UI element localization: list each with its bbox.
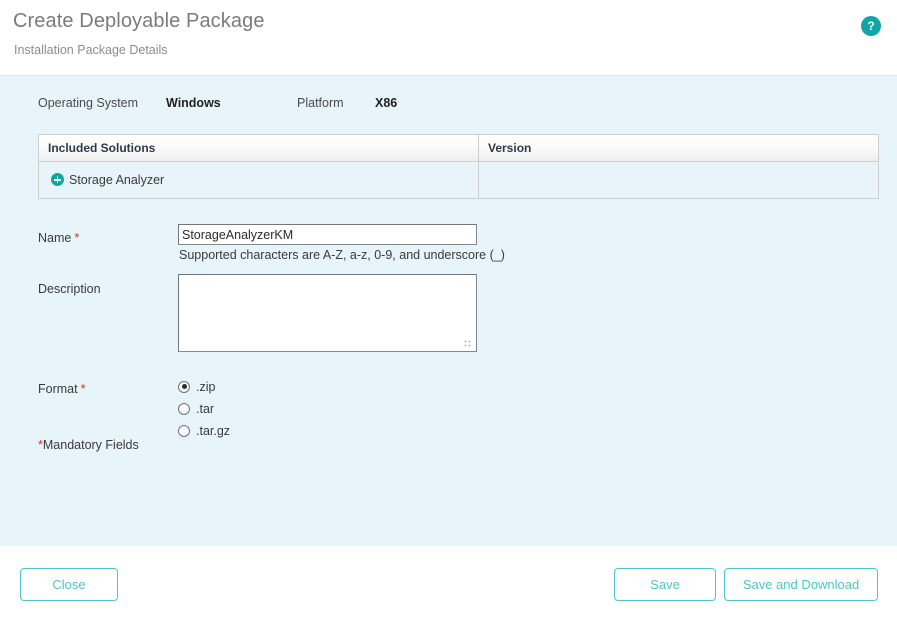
- platform-label: Platform: [297, 96, 344, 110]
- name-hint-text: Supported characters are A-Z, a-z, 0-9, …: [179, 248, 505, 262]
- format-option-zip[interactable]: .zip: [178, 376, 230, 397]
- name-input[interactable]: [178, 224, 477, 245]
- dialog-footer: Close Save Save and Download: [0, 546, 897, 617]
- name-label-text: Name: [38, 231, 71, 245]
- name-required-asterisk: *: [74, 231, 79, 245]
- included-solutions-table: Included Solutions Version Storage Analy…: [38, 134, 879, 199]
- solution-name-text: Storage Analyzer: [69, 173, 164, 187]
- column-header-included-solutions: Included Solutions: [39, 135, 479, 161]
- platform-value: X86: [375, 96, 397, 110]
- radio-selected-icon[interactable]: [178, 381, 190, 393]
- format-option-tar[interactable]: .tar: [178, 398, 230, 419]
- close-button[interactable]: Close: [20, 568, 118, 601]
- description-label: Description: [38, 282, 101, 296]
- format-radio-group: .zip .tar .tar.gz: [178, 376, 230, 442]
- cell-version: [479, 162, 878, 198]
- format-option-tar-label: .tar: [196, 402, 214, 416]
- save-button[interactable]: Save: [614, 568, 716, 601]
- save-and-download-button[interactable]: Save and Download: [724, 568, 878, 601]
- description-textarea[interactable]: [178, 274, 477, 352]
- create-deployable-package-dialog: Create Deployable Package Installation P…: [0, 0, 897, 617]
- column-header-version: Version: [479, 135, 878, 161]
- table-row: Storage Analyzer: [39, 162, 878, 198]
- package-details-panel: Operating System Windows Platform X86 In…: [0, 76, 897, 546]
- format-option-targz-label: .tar.gz: [196, 424, 230, 438]
- name-label: Name*: [38, 231, 79, 245]
- mandatory-fields-note: *Mandatory Fields: [38, 438, 139, 452]
- format-required-asterisk: *: [81, 382, 86, 396]
- format-label: Format*: [38, 382, 85, 396]
- format-label-text: Format: [38, 382, 78, 396]
- page-title: Create Deployable Package: [13, 10, 265, 33]
- page-subtitle: Installation Package Details: [14, 43, 168, 57]
- operating-system-value: Windows: [166, 96, 221, 110]
- plus-circle-icon[interactable]: [51, 173, 64, 186]
- operating-system-label: Operating System: [38, 96, 138, 110]
- format-option-targz[interactable]: .tar.gz: [178, 420, 230, 441]
- table-header-row: Included Solutions Version: [39, 135, 878, 162]
- radio-unselected-icon[interactable]: [178, 425, 190, 437]
- radio-unselected-icon[interactable]: [178, 403, 190, 415]
- help-icon[interactable]: ?: [861, 16, 881, 36]
- format-option-zip-label: .zip: [196, 380, 215, 394]
- mandatory-note-text: Mandatory Fields: [43, 438, 139, 452]
- cell-solution-name: Storage Analyzer: [39, 162, 479, 198]
- dialog-header: Create Deployable Package Installation P…: [0, 0, 897, 76]
